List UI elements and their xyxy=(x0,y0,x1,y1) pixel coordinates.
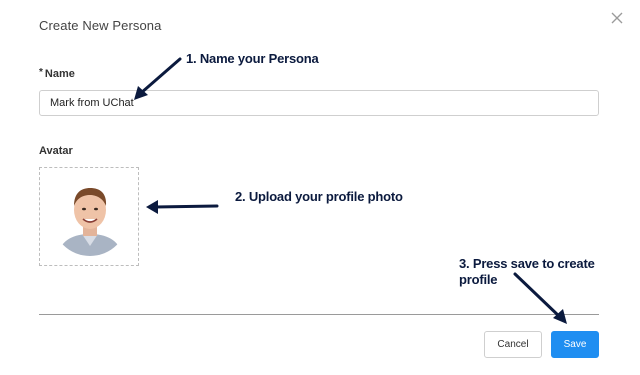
dialog-title: Create New Persona xyxy=(39,18,162,33)
avatar-label: Avatar xyxy=(39,145,73,157)
required-marker: * xyxy=(39,67,43,78)
name-label-text: Name xyxy=(44,68,75,80)
annotation-step-2: 2. Upload your profile photo xyxy=(235,189,403,204)
avatar-photo xyxy=(52,180,128,256)
arrow-to-name xyxy=(139,57,182,95)
arrow-to-avatar xyxy=(153,204,219,209)
footer-divider xyxy=(39,314,599,315)
name-label: * Name xyxy=(39,67,75,80)
create-persona-dialog: Create New Persona *Name Avatar xyxy=(0,0,640,375)
avatar-upload[interactable] xyxy=(39,167,139,266)
save-button[interactable]: Save xyxy=(551,331,599,358)
name-input[interactable] xyxy=(39,90,599,116)
annotation-step-3: 3. Press save to create profile xyxy=(459,256,595,287)
arrowhead-save xyxy=(553,309,567,324)
annotation-step-1: 1. Name your Persona xyxy=(186,51,319,66)
arrowhead-avatar xyxy=(146,200,158,214)
close-icon[interactable] xyxy=(610,11,624,25)
cancel-button[interactable]: Cancel xyxy=(484,331,542,358)
